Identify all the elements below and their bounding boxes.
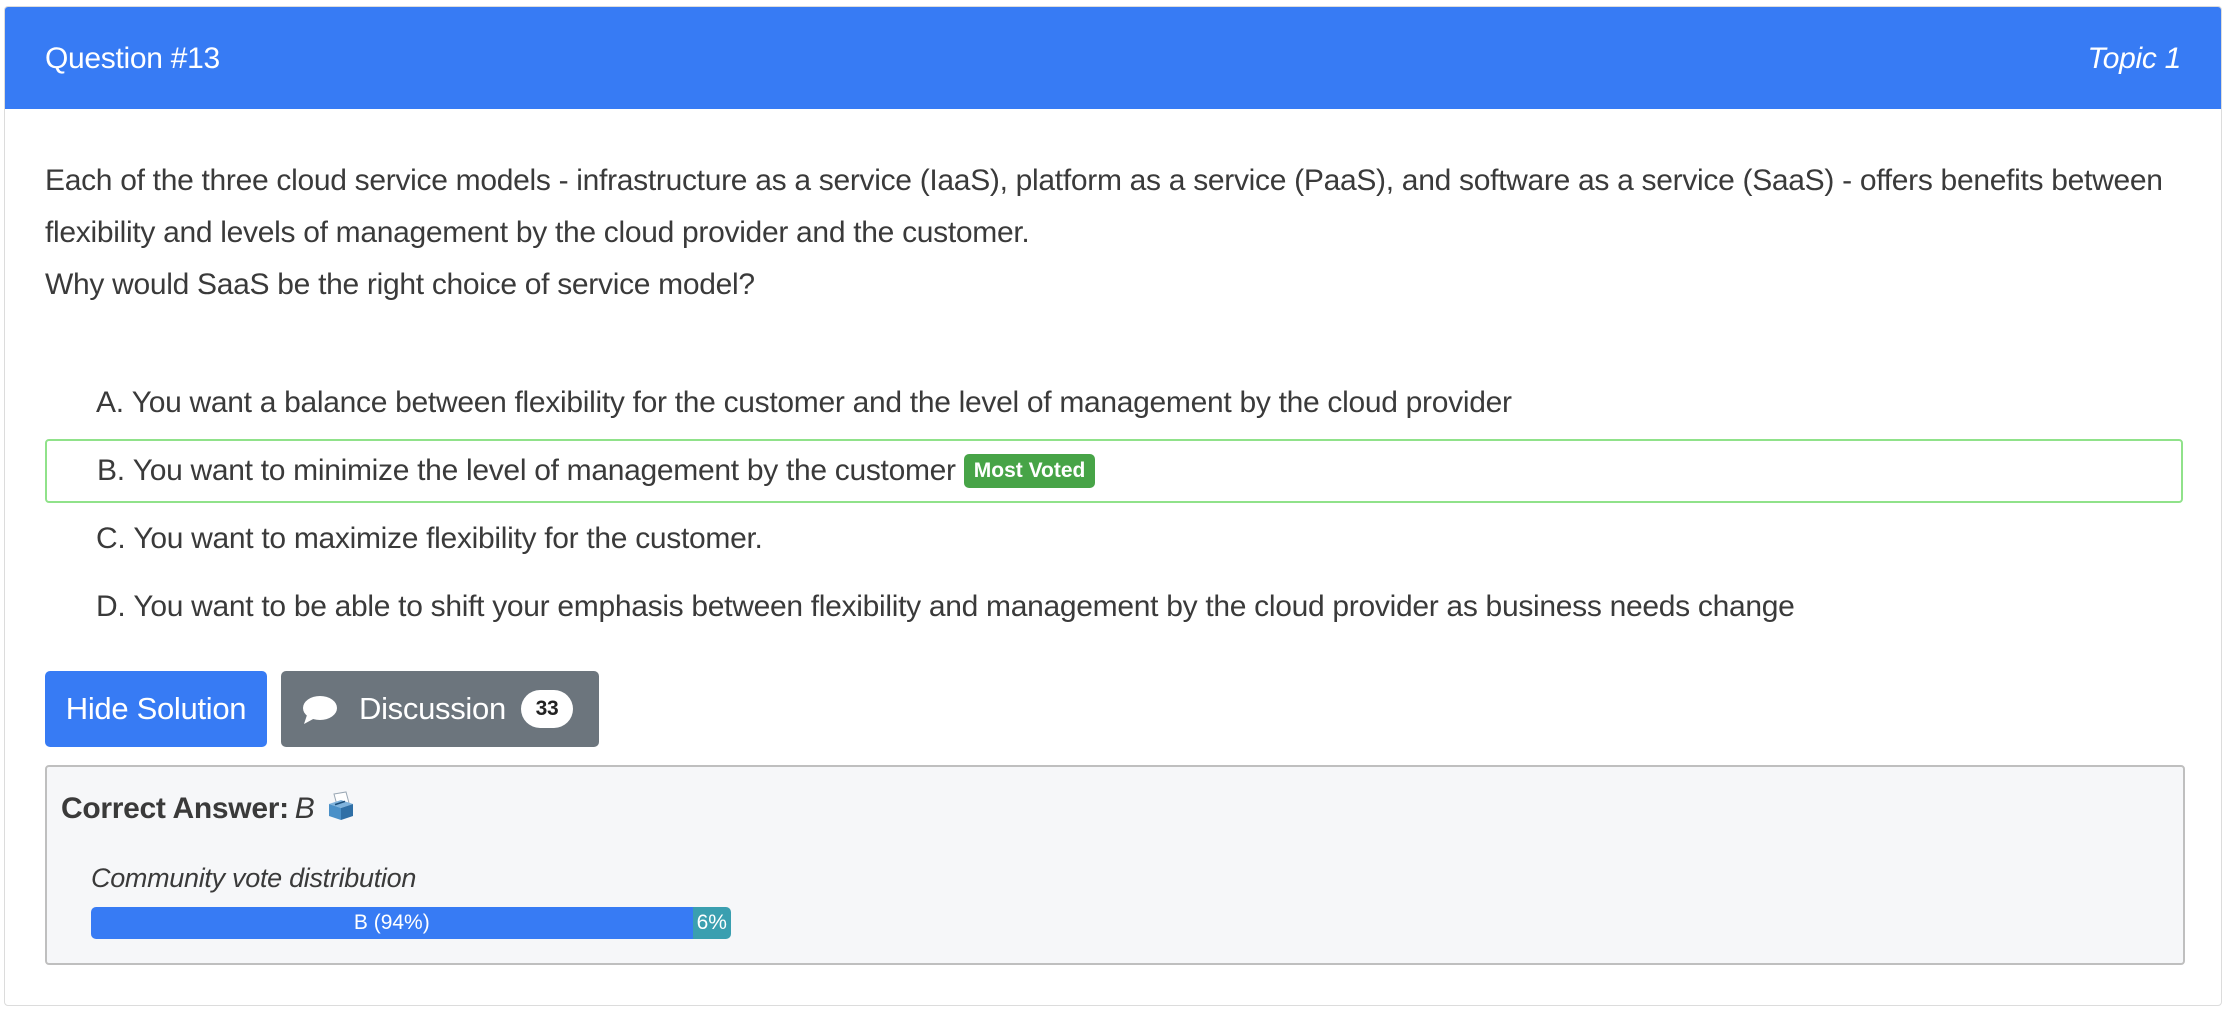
vote-distribution-title: Community vote distribution	[91, 863, 417, 893]
question-line: Each of the three cloud service models -…	[45, 164, 2163, 197]
question-header: Question #13 Topic 1	[5, 7, 2221, 109]
choice-text: You want to minimize the level of manage…	[132, 454, 956, 487]
most-voted-badge: Most Voted	[963, 454, 1096, 488]
correct-answer-line: Correct Answer: B	[61, 789, 357, 829]
question-card: Question #13 Topic 1 Each of the three c…	[4, 6, 2222, 1006]
correct-answer-label: Correct Answer:	[61, 792, 289, 825]
vote-segment-b: B (94%)	[91, 907, 693, 939]
correct-answer-value: B	[294, 792, 315, 825]
choice-letter: C.	[96, 522, 126, 555]
vote-segment-other: 6%	[692, 907, 731, 939]
choice-letter: D.	[96, 590, 126, 623]
choice-d[interactable]: D. You want to be able to shift your emph…	[45, 575, 2183, 639]
choice-text: You want to be able to shift your emphas…	[133, 590, 1795, 623]
choice-b[interactable]: B. You want to minimize the level of mana…	[45, 439, 2183, 503]
discussion-label: Discussion	[359, 691, 506, 726]
discussion-count-badge: 33	[521, 690, 573, 728]
question-text: Each of the three cloud service models -…	[45, 155, 2185, 311]
choice-letter: A.	[96, 386, 124, 419]
choice-letter: B.	[97, 454, 125, 487]
correct-answer-panel: Correct Answer: B Community vote distribu…	[45, 765, 2185, 965]
hide-solution-button[interactable]: Hide Solution	[45, 671, 267, 747]
answer-choices: A. You want a balance between flexibility…	[45, 371, 2183, 643]
choice-text: You want to maximize flexibility for the…	[133, 522, 763, 555]
question-prompt: Why would SaaS be the right choice of se…	[45, 268, 755, 301]
choice-c[interactable]: C. You want to maximize flexibility for t…	[45, 507, 2183, 571]
vote-distribution-bar: B (94%) 6%	[91, 907, 731, 939]
chat-bubble-icon	[303, 696, 337, 724]
question-number: Question #13	[45, 42, 220, 75]
choice-text: You want a balance between flexibility f…	[131, 386, 1512, 419]
ballot-box-icon[interactable]	[325, 790, 357, 822]
question-line: flexibility and levels of management by …	[45, 216, 1030, 249]
question-topic: Topic 1	[2087, 42, 2181, 75]
discussion-button[interactable]: Discussion 33	[281, 671, 599, 747]
choice-a[interactable]: A. You want a balance between flexibility…	[45, 371, 2183, 435]
